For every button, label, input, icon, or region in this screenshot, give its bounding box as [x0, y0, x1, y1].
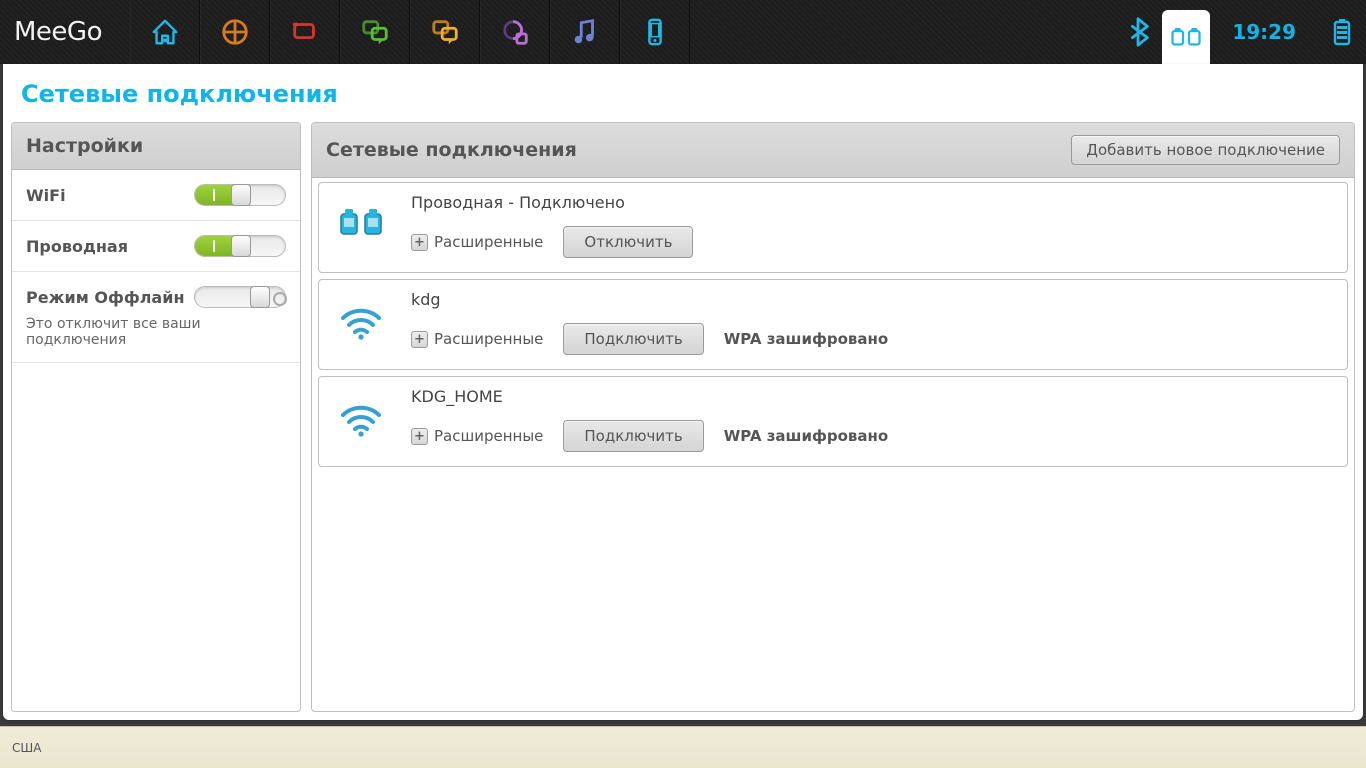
battery-icon: [1333, 18, 1351, 46]
wired-label: Проводная: [26, 237, 128, 256]
clock[interactable]: 19:29: [1210, 20, 1318, 44]
expand-toggle[interactable]: + Расширенные: [411, 330, 543, 348]
wifi-label: WiFi: [26, 186, 66, 205]
zone-home-button[interactable]: [130, 0, 200, 64]
offline-hint: Это отключит все ваши подключения: [26, 316, 286, 348]
sidebar-row-offline: Режим Оффлайн Это отключит все ваши подк…: [12, 272, 300, 363]
wifi-toggle[interactable]: [194, 184, 286, 206]
expand-label: Расширенные: [434, 330, 543, 348]
os-logo: MeeGo: [0, 17, 130, 47]
phone-icon: [640, 17, 670, 47]
network-security: WPA зашифровано: [724, 330, 888, 348]
expand-toggle[interactable]: + Расширенные: [411, 427, 543, 445]
globe-icon: [500, 17, 530, 47]
network-action-button[interactable]: Подключить: [563, 323, 703, 355]
wired-toggle[interactable]: [194, 235, 286, 257]
chat-yellow-icon: [430, 17, 460, 47]
bluetooth-icon: [1125, 17, 1151, 47]
sidebar-header: Настройки: [12, 123, 300, 170]
top-toolbar: MeeGo: [0, 0, 1366, 64]
expand-label: Расширенные: [434, 427, 543, 445]
zone-zones-button[interactable]: [270, 0, 340, 64]
offline-label: Режим Оффлайн: [26, 288, 185, 307]
network-type-icon: [333, 290, 389, 340]
wired-network-icon: [1171, 25, 1201, 49]
expand-toggle[interactable]: + Расширенные: [411, 233, 543, 251]
sidebar-row-wired: Проводная: [12, 221, 300, 272]
zone-internet-button[interactable]: [480, 0, 550, 64]
network-item: KDG_HOME + Расширенные Подключить WPA зашифр…: [318, 376, 1348, 467]
network-name: kdg: [411, 290, 1333, 309]
plus-icon: +: [411, 331, 428, 348]
keyboard-locale[interactable]: США: [12, 741, 41, 755]
network-type-icon: [333, 193, 389, 237]
wifi-icon: [339, 401, 383, 437]
zone-apps-button[interactable]: [200, 0, 270, 64]
bluetooth-status-button[interactable]: [1114, 0, 1162, 64]
wifi-icon: [339, 304, 383, 340]
network-action-button[interactable]: Отключить: [563, 226, 693, 258]
main-header-title: Сетевые подключения: [326, 139, 577, 161]
battery-status-button[interactable]: [1318, 0, 1366, 64]
network-panel: Сетевые подключения Настройки WiFi Прово…: [3, 64, 1363, 720]
network-list: Проводная - Подключено + Расширенные Отключ…: [312, 178, 1354, 477]
network-item: Проводная - Подключено + Расширенные Отключ…: [318, 182, 1348, 273]
zone-devices-button[interactable]: [620, 0, 690, 64]
sidebar-row-wifi: WiFi: [12, 170, 300, 221]
zones-icon: [290, 17, 320, 47]
expand-label: Расширенные: [434, 233, 543, 251]
network-type-icon: [333, 387, 389, 437]
plus-icon: +: [411, 234, 428, 251]
zone-status-button[interactable]: [340, 0, 410, 64]
wired-icon: [338, 207, 384, 237]
network-name: Проводная - Подключено: [411, 193, 1333, 212]
bottom-bar: США: [0, 726, 1366, 768]
network-security: WPA зашифровано: [724, 427, 888, 445]
add-connection-button[interactable]: Добавить новое подключение: [1071, 135, 1340, 165]
apps-icon: [220, 17, 250, 47]
network-action-button[interactable]: Подключить: [563, 420, 703, 452]
music-icon: [570, 17, 600, 47]
network-status-button[interactable]: [1162, 10, 1210, 64]
zone-people-button[interactable]: [410, 0, 480, 64]
zone-media-button[interactable]: [550, 0, 620, 64]
plus-icon: +: [411, 428, 428, 445]
status-area: 19:29: [1114, 0, 1366, 64]
network-list-pane: Сетевые подключения Добавить новое подкл…: [311, 122, 1355, 712]
panel-title: Сетевые подключения: [3, 64, 1363, 122]
offline-toggle[interactable]: [194, 286, 286, 308]
home-icon: [150, 17, 180, 47]
network-name: KDG_HOME: [411, 387, 1333, 406]
chat-green-icon: [360, 17, 390, 47]
network-item: kdg + Расширенные Подключить WPA зашифровано: [318, 279, 1348, 370]
settings-sidebar: Настройки WiFi Проводная Режим Оффлайн Э…: [11, 122, 301, 712]
main-header: Сетевые подключения Добавить новое подкл…: [312, 123, 1354, 178]
